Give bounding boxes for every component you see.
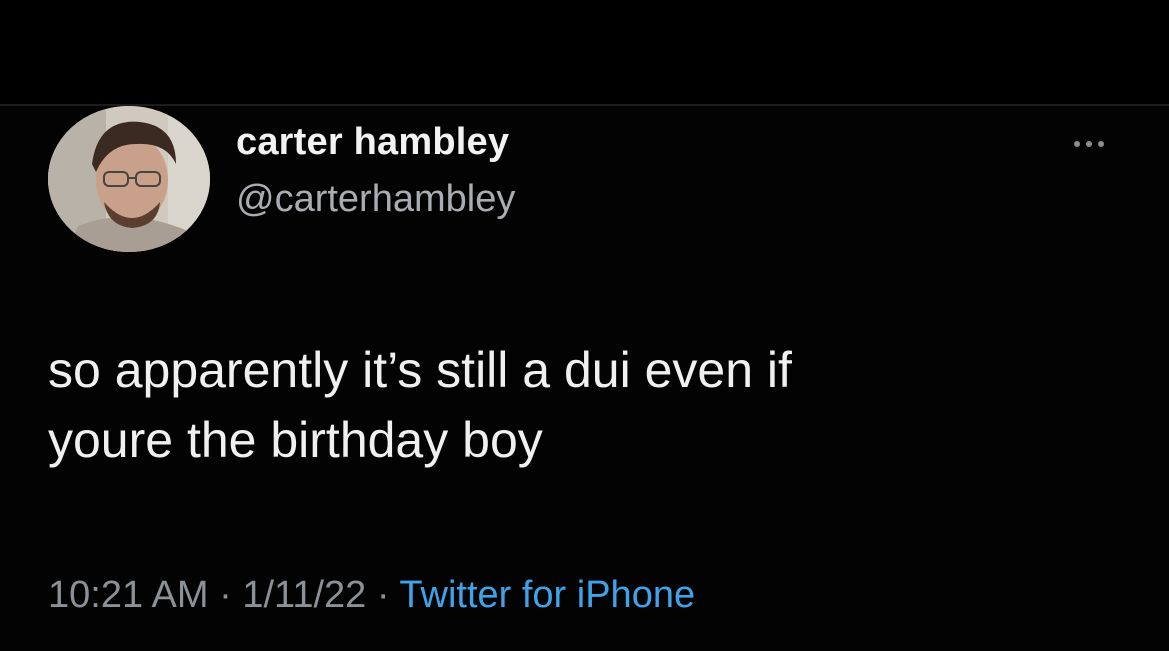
more-options-icon-dot [1098, 141, 1104, 147]
more-options-button[interactable] [1062, 130, 1116, 158]
top-bar [0, 0, 1169, 104]
tweet-meta: 10:21 AM · 1/11/22 · Twitter for iPhone [48, 574, 695, 617]
tweet-time[interactable]: 10:21 AM [48, 574, 209, 616]
display-name[interactable]: carter hambley [236, 121, 509, 164]
tweet-source-link[interactable]: Twitter for iPhone [399, 574, 695, 616]
tweet-date[interactable]: 1/11/22 [242, 574, 366, 616]
more-options-icon-dot [1086, 141, 1092, 147]
more-options-icon [1074, 141, 1080, 147]
user-handle[interactable]: @carterhambley [236, 178, 515, 221]
meta-separator: · [208, 574, 243, 616]
avatar[interactable] [48, 106, 210, 252]
tweet-text: so apparently it’s still a dui even if y… [48, 342, 792, 468]
profile-photo-icon [48, 106, 210, 252]
meta-separator: · [366, 574, 400, 616]
